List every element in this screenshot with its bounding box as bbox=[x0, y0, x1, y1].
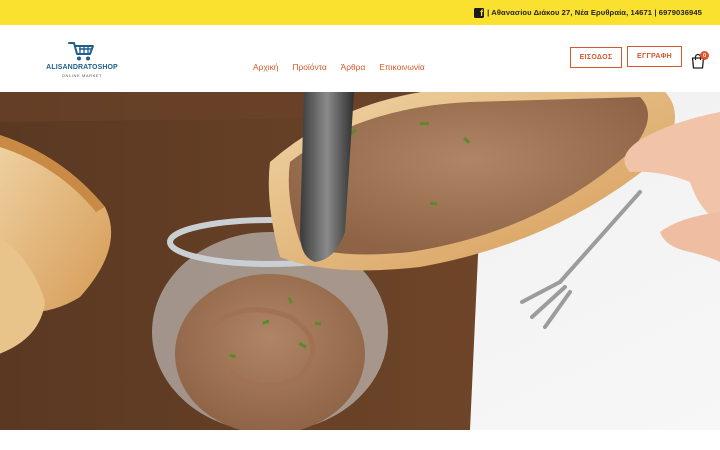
cart-count-badge: 0 bbox=[700, 51, 709, 60]
hero-image bbox=[0, 92, 720, 430]
top-info-bar: f | Αθανασίου Διάκου 27, Νέα Ερυθραία, 1… bbox=[0, 0, 720, 25]
nav-contact[interactable]: Επικοινωνία bbox=[379, 62, 424, 72]
nav-home[interactable]: Αρχική bbox=[253, 62, 278, 72]
main-nav: Αρχική Προϊόντα Άρθρα Επικοινωνία bbox=[253, 62, 425, 72]
register-button[interactable]: ΕΓΓΡΑΦΗ bbox=[627, 46, 682, 67]
site-header: ALISANDRATOSHOP ONLINE MARKET Αρχική Προ… bbox=[0, 25, 720, 92]
cart-button[interactable]: 0 bbox=[690, 50, 710, 69]
nav-products[interactable]: Προϊόντα bbox=[292, 62, 326, 72]
site-logo[interactable]: ALISANDRATOSHOP ONLINE MARKET bbox=[42, 40, 122, 82]
nav-articles[interactable]: Άρθρα bbox=[341, 62, 366, 72]
facebook-icon[interactable]: f bbox=[474, 7, 485, 18]
logo-tagline: ONLINE MARKET bbox=[61, 73, 103, 78]
contact-info: | Αθανασίου Διάκου 27, Νέα Ερυθραία, 146… bbox=[487, 8, 702, 17]
shopping-cart-icon bbox=[68, 42, 94, 61]
logo-name: ALISANDRATOSHOP bbox=[46, 64, 118, 71]
login-button[interactable]: ΕΙΣΟΔΟΣ bbox=[570, 47, 622, 68]
page-below-hero bbox=[0, 430, 720, 450]
